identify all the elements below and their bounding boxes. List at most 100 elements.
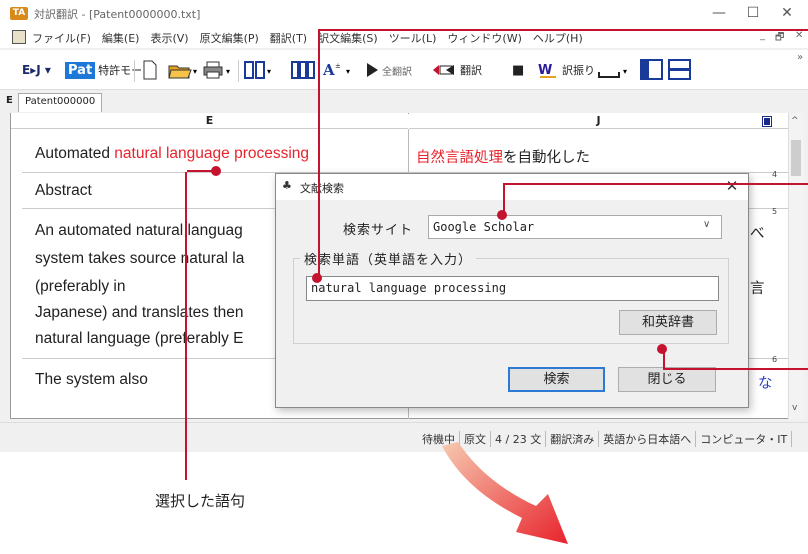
ruler-number: 4 (772, 170, 778, 179)
menu-tools[interactable]: ツール(L) (389, 30, 437, 46)
menu-window[interactable]: ウィンドウ(W) (447, 30, 521, 46)
source-sentence-1-prefix: Automated (35, 145, 115, 162)
callout-line (318, 29, 320, 277)
source-sentence-3-line-1[interactable]: An automated natural languag (35, 222, 243, 240)
translate-all-button[interactable]: 全翻訳 (365, 58, 412, 82)
callout-dot (312, 273, 322, 283)
open-folder-icon: ▾ (168, 65, 197, 79)
status-dictionary: コンピュータ・IT (696, 431, 793, 447)
search-site-select[interactable]: Google Scholar (428, 215, 722, 239)
parallel-view-button[interactable] (290, 58, 318, 82)
source-sentence-3-line-5[interactable]: natural language (preferably E (35, 330, 244, 348)
svg-text:▾: ▾ (226, 67, 230, 76)
stacked-layout-icon (668, 59, 691, 80)
space-button[interactable]: ▾ (597, 58, 631, 82)
dialog-close-button[interactable]: ✕ (722, 176, 742, 196)
new-document-icon (143, 60, 157, 80)
printer-icon: ▾ (203, 61, 230, 79)
dialog-title: 文献検索 (300, 182, 344, 195)
target-highlight: 自然言語処理 (416, 150, 503, 166)
callout-line (185, 172, 187, 480)
translate-arrow-icon (433, 65, 454, 75)
callout-line (187, 170, 215, 172)
close-button[interactable]: ✕ (772, 2, 802, 24)
svg-text:▾: ▾ (623, 67, 627, 76)
print-button[interactable]: ▾ (203, 58, 235, 82)
target-fragment: べ (750, 226, 765, 242)
menu-help[interactable]: ヘルプ(H) (533, 30, 583, 46)
status-direction: 英語から日本語へ (599, 431, 697, 447)
target-sentence-1[interactable]: 自然言語処理を自動化した (416, 146, 590, 167)
japanese-english-dictionary-button[interactable]: 和英辞書 (619, 310, 717, 335)
source-column-header: E (11, 113, 408, 129)
source-sentence-1[interactable]: Automated natural language processing (35, 145, 309, 163)
toolbar-overflow-icon[interactable]: » (797, 52, 803, 63)
toolbar-separator (134, 60, 135, 82)
close-dialog-button[interactable]: 閉じる (618, 367, 716, 392)
selected-term: natural language processing (114, 145, 310, 162)
svg-text:▾: ▾ (193, 67, 197, 76)
search-button[interactable]: 検索 (508, 367, 605, 392)
scroll-down-icon[interactable]: v (792, 403, 797, 413)
patent-mode-icon: Pat (65, 61, 96, 79)
source-sentence-3-line-2[interactable]: system takes source natural la (35, 250, 244, 268)
mdi-close-button[interactable]: ✕ (795, 30, 803, 41)
stop-button[interactable]: ■ (512, 58, 524, 82)
language-direction-button[interactable]: E▸J ▾ (22, 58, 51, 82)
window-title: 対訳翻訳 - [Patent0000000.txt] (34, 8, 201, 21)
menu-view[interactable]: 表示(V) (150, 30, 188, 46)
mdi-restore-button[interactable]: 🗗 (775, 30, 784, 47)
menu-source-edit[interactable]: 原文編集(P) (200, 30, 259, 46)
side-by-side-layout-button[interactable] (640, 58, 664, 82)
app-logo-icon: TA (10, 7, 28, 20)
target-sentence-1-rest: を自動化した (503, 150, 590, 166)
two-column-icon: ▾ (244, 61, 271, 79)
source-sentence-3-line-3[interactable]: (preferably in (35, 278, 125, 296)
font-size-icon: A ± ▾ (322, 61, 350, 79)
column-layout-button[interactable]: ▾ (243, 58, 275, 82)
source-sentence-3-line-4[interactable]: Japanese) and translates then (35, 304, 244, 322)
menu-target-edit[interactable]: 訳文編集(S) (318, 30, 378, 46)
scrollbar-thumb[interactable] (791, 140, 801, 176)
open-folder-button[interactable]: ▾ (168, 58, 200, 82)
minimize-button[interactable]: — (704, 2, 734, 24)
source-sentence-4[interactable]: The system also (35, 371, 148, 389)
menu-file[interactable]: ファイル(F) (32, 30, 91, 46)
font-size-button[interactable]: A ± ▾ (322, 58, 356, 82)
svg-text:▾: ▾ (267, 67, 271, 76)
search-term-label: 検索単語（英単語を入力） (300, 249, 477, 268)
callout-line (663, 368, 808, 370)
scroll-up-icon[interactable]: ^ (791, 116, 799, 126)
translate-all-label: 全翻訳 (382, 66, 412, 78)
chevron-down-icon[interactable]: ∨ (703, 219, 710, 230)
search-site-label: 検索サイト (343, 223, 414, 238)
new-document-button[interactable] (142, 58, 158, 82)
target-fragment: な (758, 376, 773, 392)
document-icon[interactable] (12, 30, 26, 44)
svg-text:▾: ▾ (346, 67, 350, 76)
tab-patent-document[interactable]: Patent000000 (18, 93, 103, 112)
maximize-button[interactable]: ☐ (738, 2, 768, 24)
patent-mode-button[interactable]: Pat 特許モード (65, 58, 153, 82)
annotation-caption: 選択した語句 (155, 492, 246, 510)
space-icon: ▾ (598, 67, 627, 78)
stacked-layout-button[interactable] (668, 58, 692, 82)
ruler-number: 5 (772, 207, 778, 216)
toolbar-separator (238, 60, 239, 82)
assign-translation-button[interactable]: W 訳振り (538, 58, 595, 82)
target-column-header: J (409, 113, 788, 129)
tab-bar (0, 92, 808, 112)
callout-dot (497, 210, 507, 220)
svg-text:A: A (322, 61, 335, 79)
play-icon (367, 63, 378, 77)
menu-translate[interactable]: 翻訳(T) (270, 30, 307, 46)
search-term-input[interactable]: natural language processing (306, 276, 719, 301)
ruler-number: 6 (772, 355, 778, 364)
translate-button[interactable]: 翻訳 (432, 58, 482, 82)
dialog-icon: ♣ (282, 179, 292, 192)
source-sentence-2[interactable]: Abstract (35, 182, 92, 200)
view-toggle-icon[interactable] (762, 116, 772, 127)
dialog-title-bar (276, 174, 748, 200)
menu-edit[interactable]: 編集(E) (102, 30, 140, 46)
mdi-minimize-button[interactable]: _ (760, 30, 765, 41)
